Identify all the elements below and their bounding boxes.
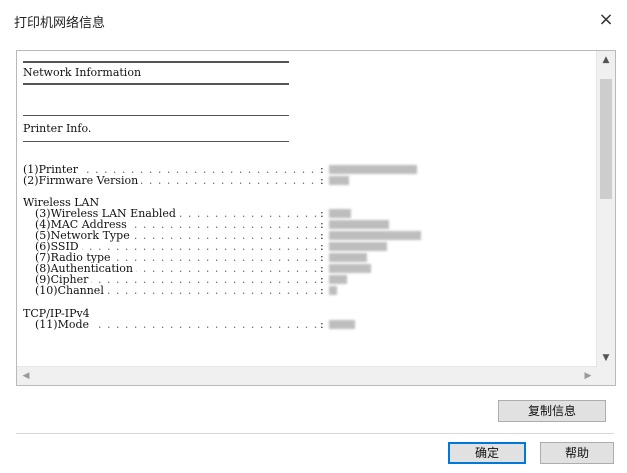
info-row: . . . . . . . . . . . . . . . . . . . . … — [35, 274, 593, 285]
network-info-text-panel[interactable]: Network Information Printer Info. . . . … — [16, 50, 616, 386]
row-label: (10)Channel — [35, 285, 107, 296]
info-row: . . . . . . . . . . . . . . . . . . . . … — [35, 285, 593, 296]
row-label: (11)Mode — [35, 319, 93, 330]
help-button[interactable]: 帮助 — [540, 442, 614, 464]
network-info-heading: Network Information — [23, 66, 142, 79]
redacted-value — [329, 176, 349, 185]
scroll-down-icon[interactable]: ▼ — [597, 349, 615, 367]
info-row: . . . . . . . . . . . . . . . . . . . . … — [35, 319, 593, 330]
redacted-value — [329, 242, 387, 251]
horizontal-scrollbar[interactable]: ◀ ▶ — [17, 366, 597, 385]
divider — [23, 61, 289, 63]
redacted-value — [329, 275, 347, 284]
redacted-value — [329, 209, 351, 218]
row-label: (2)Firmware Version — [23, 175, 142, 186]
tcp-rows: . . . . . . . . . . . . . . . . . . . . … — [23, 319, 593, 330]
report-content: Network Information Printer Info. . . . … — [23, 59, 593, 330]
window-title: 打印机网络信息 — [14, 16, 106, 31]
printer-info-heading-row: Printer Info. — [23, 123, 593, 134]
info-row: . . . . . . . . . . . . . . . . . . . . … — [23, 175, 593, 186]
divider — [23, 83, 289, 85]
tcp-ip-heading-row: TCP/IP-IPv4 — [23, 308, 593, 319]
copy-info-button[interactable]: 复制信息 — [498, 400, 606, 422]
scroll-right-icon[interactable]: ▶ — [579, 367, 597, 385]
redacted-value — [329, 264, 371, 273]
printer-network-info-dialog: 打印机网络信息 × Network Information Printer In… — [0, 0, 627, 473]
scrollbar-corner — [597, 367, 615, 385]
vertical-scrollbar[interactable]: ▲ ▼ — [596, 51, 615, 367]
title-bar: 打印机网络信息 × — [0, 0, 627, 40]
scroll-left-icon[interactable]: ◀ — [17, 367, 35, 385]
wireless-rows: . . . . . . . . . . . . . . . . . . . . … — [23, 208, 593, 296]
redacted-value — [329, 165, 417, 174]
redacted-value — [329, 253, 367, 262]
redacted-value — [329, 231, 421, 240]
close-icon[interactable]: × — [591, 6, 621, 34]
divider — [23, 141, 289, 142]
scroll-up-icon[interactable]: ▲ — [597, 51, 615, 69]
redacted-value — [329, 220, 389, 229]
scrollbar-thumb[interactable] — [600, 79, 612, 199]
printer-info-heading: Printer Info. — [23, 122, 92, 135]
info-row: . . . . . . . . . . . . . . . . . . . . … — [35, 230, 593, 241]
redacted-value — [329, 286, 337, 295]
divider — [23, 115, 289, 116]
info-row: . . . . . . . . . . . . . . . . . . . . … — [35, 241, 593, 252]
ok-button[interactable]: 确定 — [448, 442, 526, 464]
redacted-value — [329, 320, 355, 329]
info-row: . . . . . . . . . . . . . . . . . . . . … — [35, 263, 593, 274]
divider — [16, 433, 614, 434]
printer-rows: . . . . . . . . . . . . . . . . . . . . … — [23, 164, 593, 186]
network-info-heading-row: Network Information — [23, 67, 593, 78]
